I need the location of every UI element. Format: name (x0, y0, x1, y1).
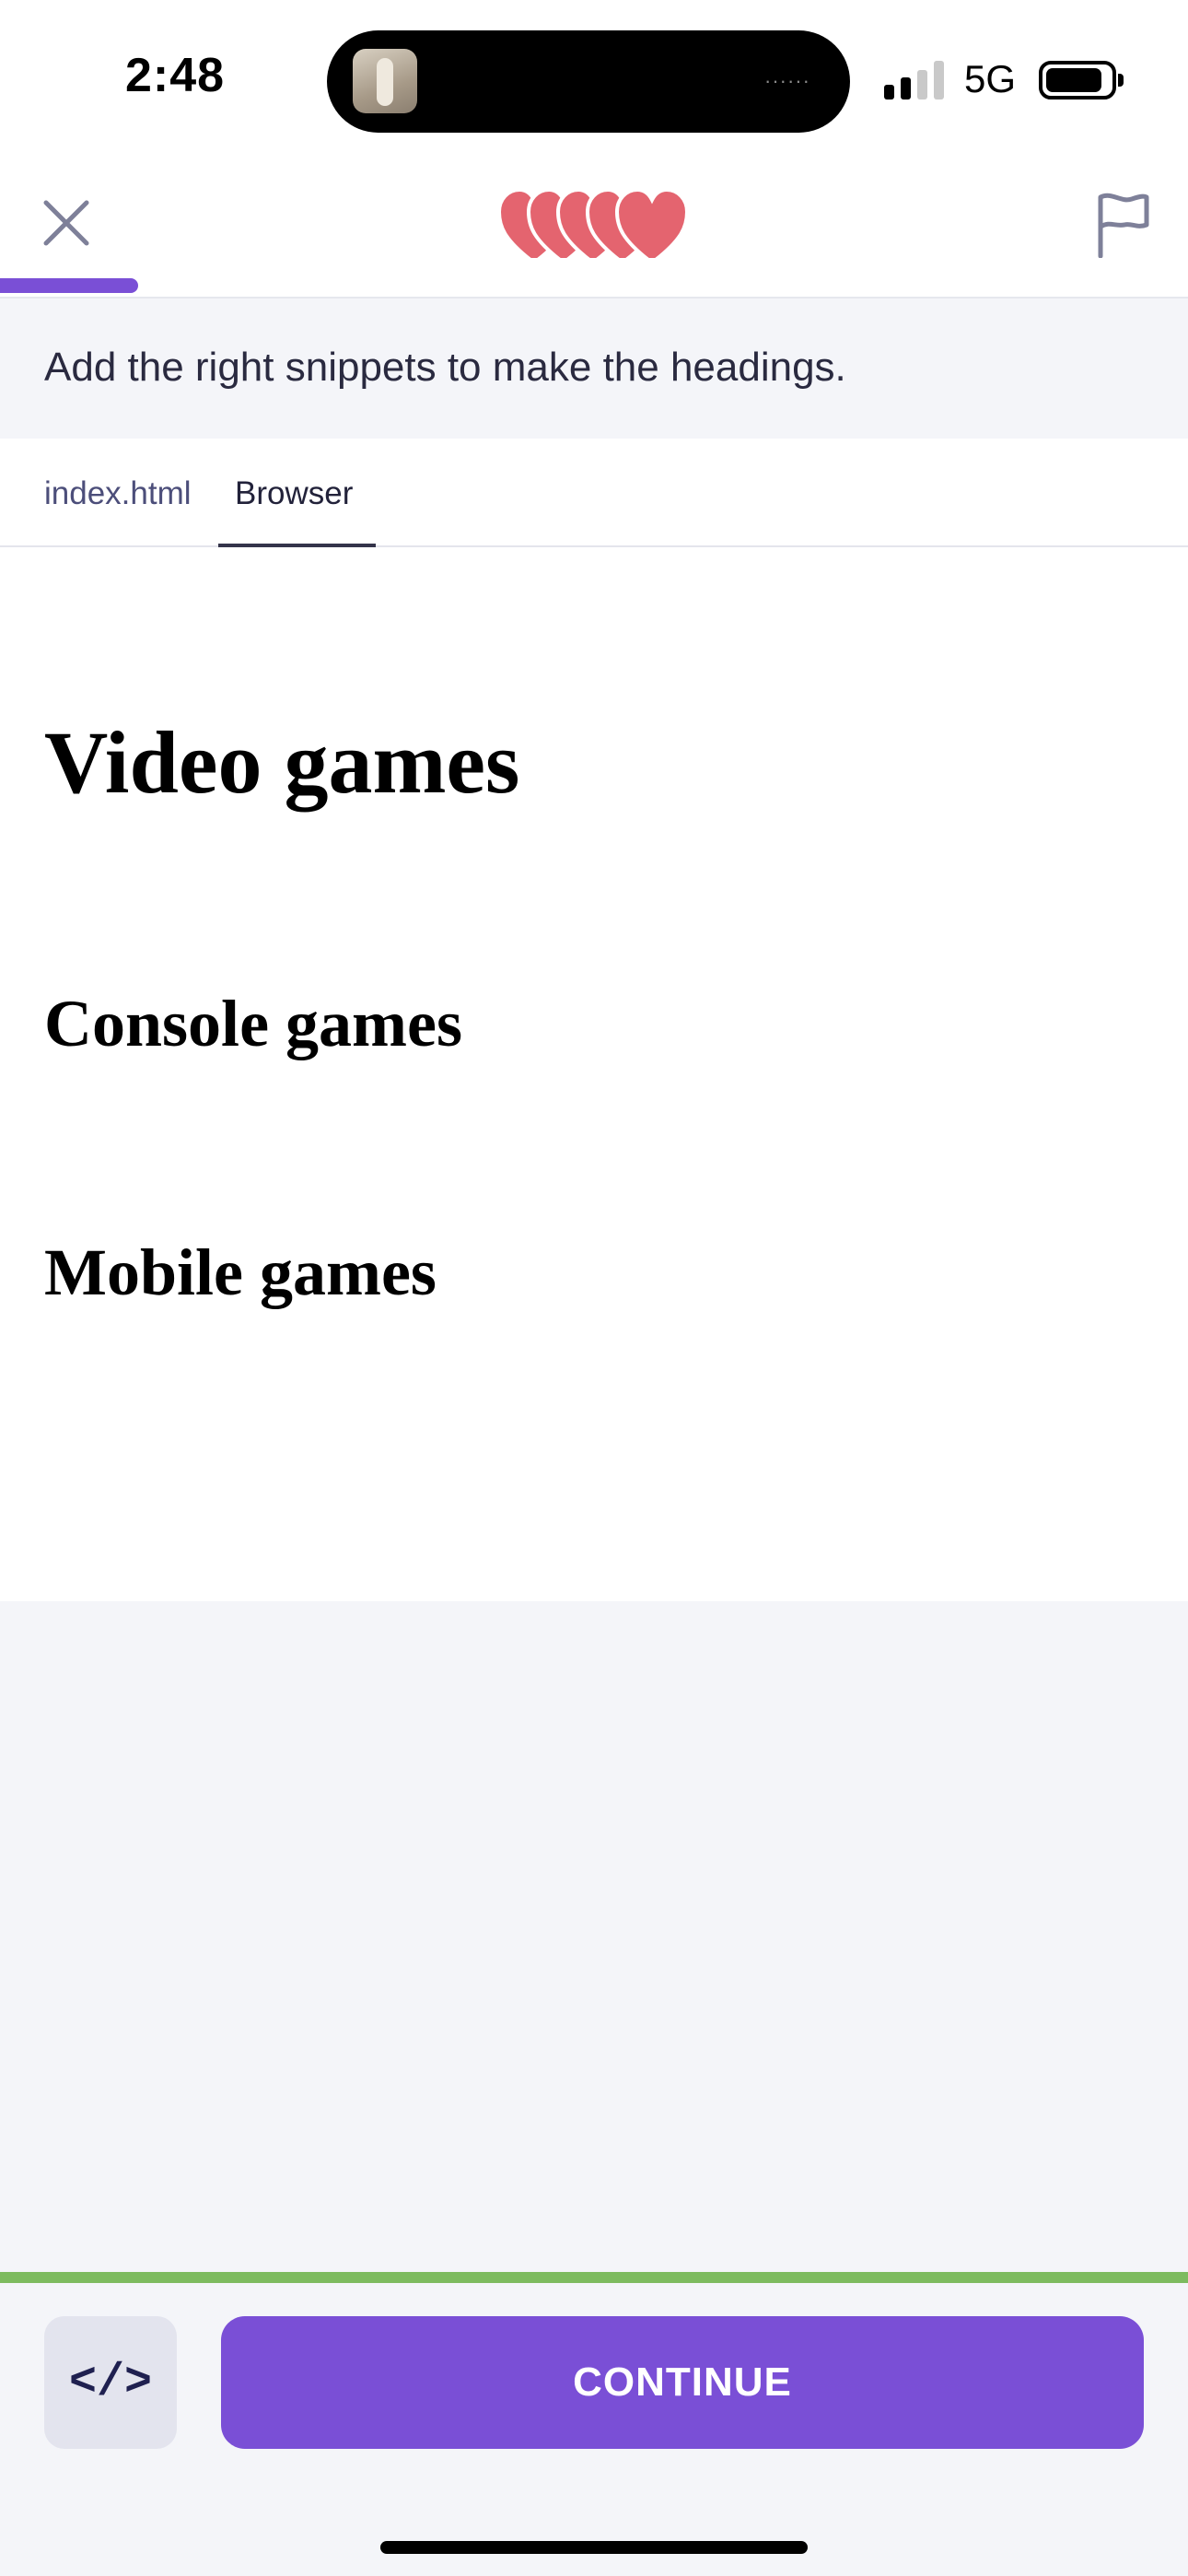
status-bar: 2:48 ······ 5G (0, 0, 1188, 166)
code-icon: </> (68, 2356, 152, 2409)
home-indicator[interactable] (380, 2541, 808, 2554)
heading-2: Console games (44, 987, 462, 1060)
flag-icon (1098, 193, 1149, 259)
network-type: 5G (964, 57, 1017, 100)
dynamic-island: ······ (327, 30, 850, 133)
instruction-text: Add the right snippets to make the headi… (44, 345, 846, 390)
continue-button[interactable]: CONTINUE (221, 2316, 1144, 2449)
instruction-panel: Add the right snippets to make the headi… (0, 299, 1188, 439)
tab-browser[interactable]: Browser (235, 475, 353, 512)
battery-icon (1039, 61, 1124, 100)
browser-preview: Video games Console games Mobile games (0, 549, 1188, 1601)
editor-tabs: index.html Browser (0, 439, 1188, 547)
close-icon (43, 200, 89, 246)
now-playing-thumbnail (353, 49, 417, 113)
report-flag-button[interactable] (1091, 192, 1152, 259)
active-tab-indicator (218, 544, 376, 547)
tab-index-html[interactable]: index.html (44, 475, 192, 512)
lesson-progress-fill (0, 278, 138, 293)
status-time: 2:48 (125, 49, 226, 102)
bottom-action-bar: </> CONTINUE (0, 2272, 1188, 2576)
island-activity-dots: ······ (764, 69, 810, 92)
lives-hearts (496, 187, 690, 262)
heading-1: Video games (44, 713, 520, 812)
code-view-button[interactable]: </> (44, 2316, 177, 2449)
lesson-progress-bar (0, 278, 1188, 297)
cellular-signal-icon (884, 61, 945, 100)
close-button[interactable] (37, 193, 96, 252)
lesson-header (0, 166, 1188, 299)
heading-2: Mobile games (44, 1235, 437, 1309)
empty-workspace (0, 1601, 1188, 2274)
